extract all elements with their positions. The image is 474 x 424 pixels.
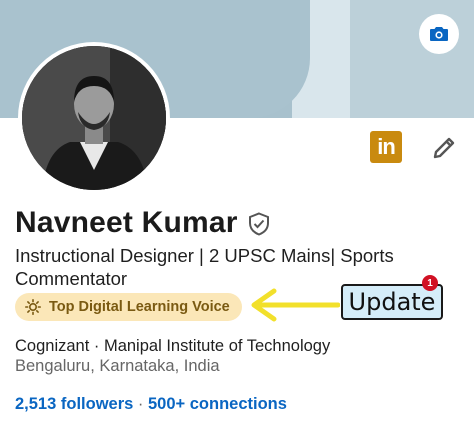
edit-profile-button[interactable]	[428, 132, 460, 164]
top-voice-label: Top Digital Learning Voice	[49, 299, 230, 315]
notification-badge: 1	[422, 275, 438, 291]
network-separator: ·	[137, 395, 144, 413]
shield-check-icon[interactable]	[248, 212, 270, 236]
edit-cover-button[interactable]	[419, 14, 459, 54]
profile-name: Navneet Kumar	[15, 206, 238, 239]
update-label: Update	[348, 288, 436, 316]
followers-link[interactable]: 2,513 followers	[15, 395, 133, 413]
sun-icon	[25, 299, 41, 315]
arrow-icon	[251, 288, 340, 322]
pencil-icon	[433, 137, 455, 159]
company-education[interactable]: Cognizant · Manipal Institute of Technol…	[15, 337, 330, 356]
linkedin-logo-badge[interactable]: in	[370, 131, 402, 163]
avatar	[22, 46, 166, 190]
connections-link[interactable]: 500+ connections	[148, 395, 287, 413]
camera-icon	[430, 27, 448, 41]
notification-count: 1	[427, 277, 433, 289]
linkedin-logo-text: in	[377, 134, 396, 159]
network-stats: 2,513 followers · 500+ connections	[15, 395, 287, 414]
top-voice-badge[interactable]: Top Digital Learning Voice	[15, 293, 242, 321]
profile-photo-image	[22, 46, 166, 190]
profile-photo[interactable]	[18, 42, 170, 194]
banner-mid-panel	[350, 0, 474, 118]
name-row: Navneet Kumar	[15, 206, 270, 240]
location: Bengaluru, Karnataka, India	[15, 357, 220, 375]
